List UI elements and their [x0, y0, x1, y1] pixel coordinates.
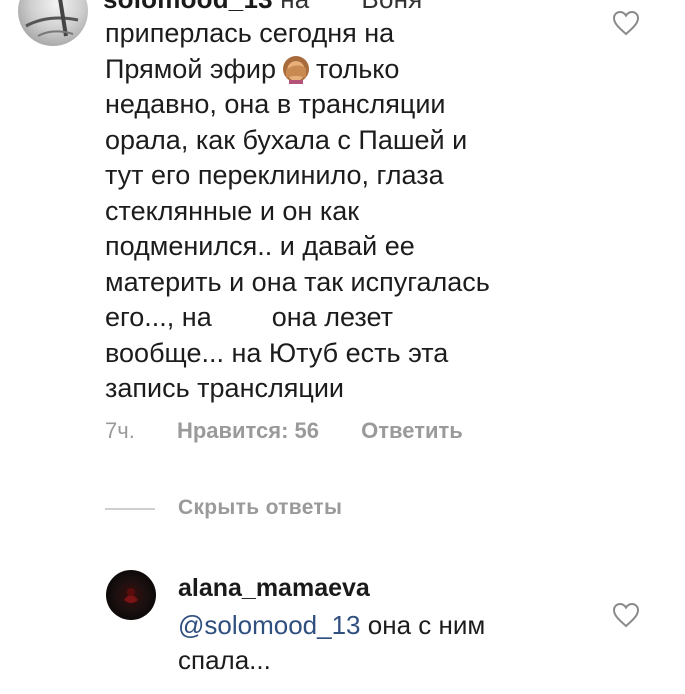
comment-text: приперлась сегодня на Прямой эфир только…: [105, 16, 575, 407]
comment-time: 7ч.: [105, 418, 135, 443]
facepalm-emoji-icon: [283, 55, 309, 84]
comment-line: материть и она так испугалась: [105, 266, 490, 297]
comment-username-suffix: на: [280, 0, 309, 14]
comment-line: орала, как бухала с Пашей и: [105, 124, 468, 155]
comment-line: Прямой эфир только: [105, 52, 575, 88]
reply-mention[interactable]: @solomood_13: [178, 610, 361, 640]
comment-username[interactable]: solomood_13: [103, 0, 273, 14]
comment-mention-cut[interactable]: Воня: [361, 0, 422, 14]
divider: [105, 508, 155, 510]
reply-text: @solomood_13 она с ним спала...: [178, 608, 558, 678]
reply-button[interactable]: Ответить: [361, 418, 463, 443]
comment-line: его..., на она лезет: [105, 300, 575, 336]
reply-username[interactable]: alana_mamaeva: [178, 574, 370, 603]
like-heart-icon[interactable]: [612, 10, 640, 36]
reply-line-part: она с ним: [367, 610, 486, 640]
comment-line: запись трансляции: [105, 373, 344, 403]
avatar-image: [25, 0, 79, 37]
like-heart-icon[interactable]: [612, 602, 640, 628]
comment-line-part: она лезет: [271, 302, 393, 332]
reply-line: @solomood_13 она с ним: [178, 608, 558, 643]
comment-line: недавно, она в трансляции: [105, 89, 446, 119]
comment-line: тут его переклинило, глаза: [105, 160, 444, 190]
avatar[interactable]: [18, 0, 88, 46]
comment-likes[interactable]: Нравится: 56: [177, 418, 319, 443]
comment-line: стеклянные и он как: [105, 195, 360, 226]
comment-username-row: solomood_13 на Воня: [103, 0, 422, 15]
comment-line: приперлась сегодня на: [105, 18, 395, 48]
comment-line-part: только: [316, 53, 400, 84]
hide-replies-button[interactable]: Скрыть ответы: [178, 496, 342, 520]
comment-line-part: Прямой эфир: [105, 53, 276, 84]
reply-line: спала...: [178, 645, 271, 675]
comment-line: подменился.. и давай ее: [105, 231, 415, 261]
comment-meta: 7ч. Нравится: 56 Ответить: [105, 418, 499, 444]
comment-line-part: его..., на: [105, 302, 212, 332]
comment-line: вообще... на Ютуб есть эта: [105, 337, 449, 368]
avatar[interactable]: [106, 570, 156, 620]
avatar-image: [124, 588, 138, 603]
